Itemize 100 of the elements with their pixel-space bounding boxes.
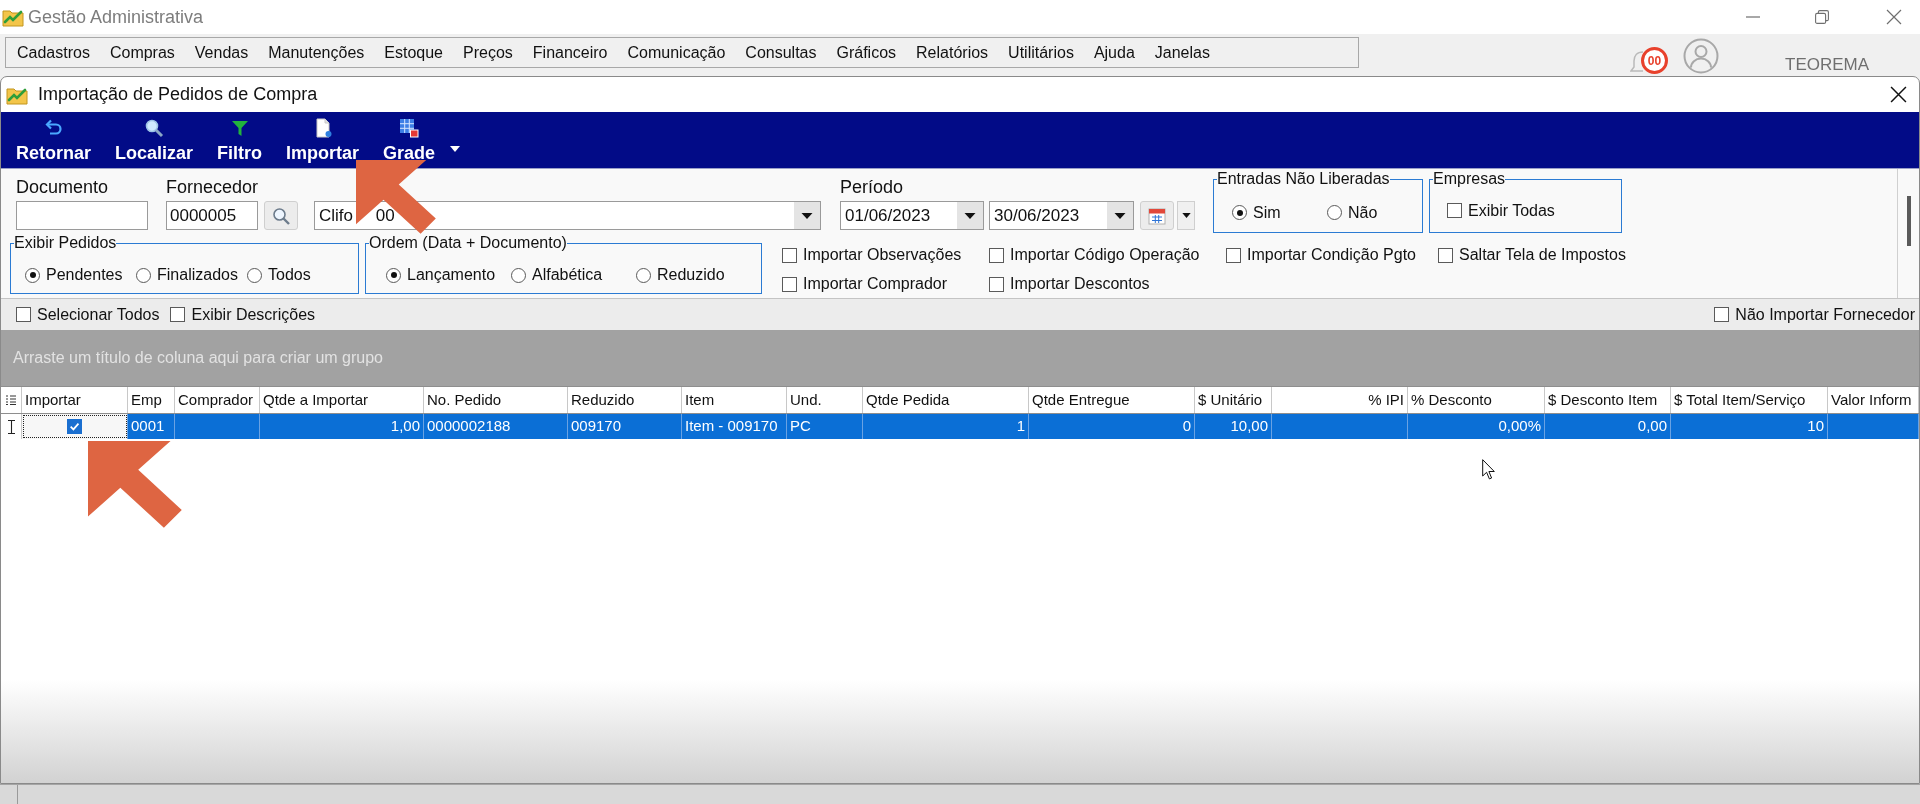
- return-button[interactable]: Retornar: [16, 118, 91, 163]
- period-label: Período: [840, 176, 905, 198]
- supplier-combobox[interactable]: Clifo 00: [314, 201, 821, 230]
- table-row[interactable]: 0001 1,00 0000002188 009170 Item - 009170 PC 1 0 10,00 0,00% 0,00 10: [1, 414, 1919, 439]
- checkbox[interactable]: [1714, 307, 1730, 322]
- column-header[interactable]: Und.: [787, 387, 863, 413]
- checkbox[interactable]: [170, 307, 186, 322]
- checkbox-label: Selecionar Todos: [37, 305, 160, 324]
- column-header[interactable]: Qtde Pedida: [863, 387, 1029, 413]
- column-header[interactable]: No. Pedido: [424, 387, 568, 413]
- menu-item[interactable]: Preços: [463, 42, 513, 63]
- menu-item[interactable]: Manutenções: [268, 42, 365, 63]
- checkmark-icon: [69, 421, 80, 432]
- list-lines-icon[interactable]: [6, 395, 16, 405]
- checkbox[interactable]: [67, 419, 82, 434]
- checkbox[interactable]: [989, 247, 1004, 263]
- menu-item[interactable]: Consultas: [745, 42, 817, 63]
- checkbox[interactable]: [782, 276, 797, 292]
- menu-item[interactable]: Comunicação: [627, 42, 726, 63]
- column-header[interactable]: $ Desconto Item: [1545, 387, 1671, 413]
- table-cell[interactable]: [22, 414, 128, 439]
- supplier-code-field[interactable]: 0000005: [166, 201, 258, 230]
- group-title: Empresas: [1433, 171, 1506, 187]
- checkbox[interactable]: [16, 307, 31, 322]
- bell-icon[interactable]: [1630, 48, 1644, 74]
- menu-item[interactable]: Estoque: [384, 42, 443, 63]
- brand-text: TEOREMA: [1785, 56, 1870, 74]
- menu-item[interactable]: Financeiro: [532, 42, 608, 63]
- text-cursor-icon: [7, 419, 15, 434]
- checkbox[interactable]: [782, 247, 797, 263]
- menu-item[interactable]: Cadastros: [17, 42, 90, 63]
- radio-button[interactable]: [636, 267, 651, 283]
- table-cell: 10: [1671, 414, 1828, 439]
- menu-item[interactable]: Janelas: [1154, 42, 1210, 63]
- checkbox[interactable]: [1226, 247, 1241, 263]
- undo-arrow-icon: [43, 118, 64, 138]
- column-header[interactable]: Emp: [128, 387, 175, 413]
- radio-label: Todos: [268, 266, 311, 284]
- document-field[interactable]: [16, 201, 148, 230]
- column-header[interactable]: $ Unitário: [1195, 387, 1272, 413]
- caret-icon[interactable]: [450, 146, 461, 152]
- import-button[interactable]: Importar: [286, 118, 360, 163]
- supplier-label: Fornecedor: [166, 176, 260, 198]
- group-title: Exibir Pedidos: [14, 235, 117, 251]
- radio-label: Não: [1348, 203, 1378, 222]
- column-header[interactable]: % IPI: [1272, 387, 1408, 413]
- date-from-field[interactable]: 01/06/2023: [840, 201, 984, 230]
- radio-button[interactable]: [25, 267, 40, 283]
- checkbox-label: Exibir Descrições: [191, 305, 316, 324]
- table-cell: 1: [863, 414, 1029, 439]
- radio-label: Lançamento: [407, 266, 496, 284]
- radio-label: Pendentes: [46, 266, 123, 284]
- table-cell: 009170: [568, 414, 682, 439]
- menu-item[interactable]: Ajuda: [1093, 42, 1135, 63]
- column-header[interactable]: Item: [682, 387, 787, 413]
- checkbox[interactable]: [989, 276, 1004, 292]
- calendar-icon: [1148, 206, 1166, 225]
- menu-item[interactable]: Gráficos: [836, 42, 897, 63]
- notification-badge[interactable]: 00: [1641, 47, 1668, 74]
- menu-item[interactable]: Relatórios: [916, 42, 989, 63]
- dropdown-button[interactable]: [1177, 201, 1195, 230]
- restore-icon[interactable]: [1815, 10, 1829, 24]
- checkbox-label: Não Importar Fornecedor: [1735, 305, 1915, 324]
- menu-item[interactable]: Compras: [109, 42, 175, 63]
- column-header[interactable]: Reduzido: [568, 387, 682, 413]
- close-icon[interactable]: [1890, 86, 1907, 103]
- table-cell: 0001: [128, 414, 175, 439]
- search-icon: [144, 118, 165, 138]
- checkbox-label: Exibir Todas: [1468, 201, 1555, 220]
- calendar-button[interactable]: [1140, 201, 1174, 230]
- date-to-field[interactable]: 30/06/2023: [989, 201, 1134, 230]
- radio-button[interactable]: [247, 267, 262, 283]
- checkbox-label: Importar Condição Pgto: [1247, 246, 1416, 264]
- funnel-icon: [229, 118, 250, 138]
- locate-button[interactable]: Localizar: [115, 118, 194, 163]
- filter-button[interactable]: Filtro: [217, 118, 263, 163]
- document-label: Documento: [16, 176, 110, 198]
- table-cell: 1,00: [260, 414, 424, 439]
- checkbox-label: Importar Comprador: [803, 275, 948, 293]
- checkbox[interactable]: [1447, 203, 1462, 218]
- checkbox[interactable]: [1438, 247, 1453, 263]
- radio-button[interactable]: [386, 267, 401, 283]
- radio-button[interactable]: [136, 267, 151, 283]
- column-header[interactable]: Qtde a Importar: [260, 387, 424, 413]
- table-cell: PC: [787, 414, 863, 439]
- menu-item[interactable]: Vendas: [194, 42, 249, 63]
- column-header[interactable]: $ Total Item/Serviço: [1671, 387, 1828, 413]
- column-header[interactable]: Comprador: [175, 387, 260, 413]
- table-cell: 10,00: [1195, 414, 1272, 439]
- radio-button[interactable]: [511, 267, 526, 283]
- group-title: Ordem (Data + Documento): [369, 235, 567, 251]
- column-header[interactable]: % Desconto: [1408, 387, 1545, 413]
- column-header[interactable]: Importar: [22, 387, 128, 413]
- column-header[interactable]: Qtde Entregue: [1029, 387, 1195, 413]
- radio-button[interactable]: [1327, 205, 1342, 220]
- search-button[interactable]: [264, 201, 298, 230]
- search-icon: [272, 206, 290, 225]
- column-header[interactable]: Valor Inform: [1828, 387, 1919, 413]
- radio-button[interactable]: [1232, 205, 1247, 220]
- menu-item[interactable]: Utilitários: [1008, 42, 1074, 63]
